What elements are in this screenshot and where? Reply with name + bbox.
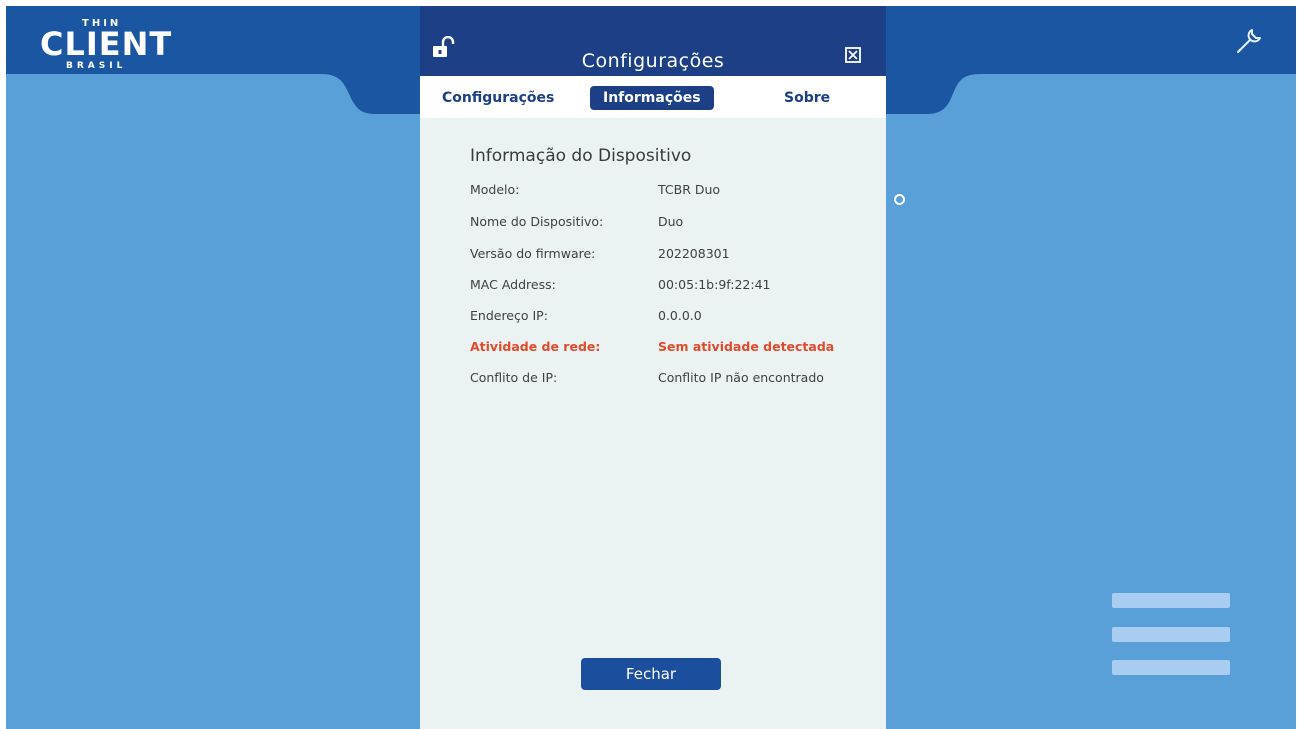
info-label: Conflito de IP:: [470, 370, 558, 385]
wrench-icon[interactable]: [1234, 26, 1264, 56]
info-row-mac-address: MAC Address: 00:05:1b:9f:22:41: [420, 277, 886, 297]
thin-client-brasil-logo: THIN CLIENT BRASIL: [36, 14, 176, 71]
dialog-header: Configurações: [420, 6, 886, 76]
info-row-versao-firmware: Versão do firmware: 202208301: [420, 246, 886, 266]
info-row-atividade-rede: Atividade de rede: Sem atividade detecta…: [420, 339, 886, 359]
info-value: 00:05:1b:9f:22:41: [658, 277, 771, 292]
fechar-button[interactable]: Fechar: [581, 658, 721, 690]
info-row-modelo: Modelo: TCBR Duo: [420, 182, 886, 202]
info-value: Duo: [658, 214, 684, 229]
info-label: MAC Address:: [470, 277, 556, 292]
info-value: TCBR Duo: [658, 182, 721, 197]
info-value: Conflito IP não encontrado: [658, 370, 824, 385]
info-label: Atividade de rede:: [470, 339, 601, 354]
logo-main-text: CLIENT: [40, 25, 173, 63]
desktop-background: THIN CLIENT BRASIL Configurações Configu…: [6, 6, 1296, 729]
ring-dot-icon: [894, 194, 905, 205]
dialog-title: Configurações: [581, 50, 725, 72]
info-label: Modelo:: [470, 182, 520, 197]
tab-sobre[interactable]: Sobre: [784, 90, 830, 106]
section-title: Informação do Dispositivo: [470, 146, 692, 166]
info-label: Endereço IP:: [470, 308, 548, 323]
info-row-nome-dispositivo: Nome do Dispositivo: Duo: [420, 214, 886, 234]
info-value: 202208301: [658, 246, 730, 261]
tab-informacoes[interactable]: Informações: [590, 86, 714, 110]
logo-bottom-text: BRASIL: [66, 61, 127, 71]
tab-bar: Configurações Informações Sobre: [420, 76, 886, 118]
info-row-conflito-ip: Conflito de IP: Conflito IP não encontra…: [420, 370, 886, 390]
info-value: Sem atividade detectada: [658, 339, 835, 354]
close-x-icon[interactable]: [845, 47, 861, 63]
info-value: 0.0.0.0: [658, 308, 702, 323]
info-label: Versão do firmware:: [470, 246, 596, 261]
info-label: Nome do Dispositivo:: [470, 214, 604, 229]
tab-configuracoes[interactable]: Configurações: [442, 90, 554, 106]
hamburger-menu-icon[interactable]: [1112, 593, 1230, 681]
settings-dialog: Configurações Configurações Informações …: [420, 6, 886, 729]
info-row-endereco-ip: Endereço IP: 0.0.0.0: [420, 308, 886, 328]
